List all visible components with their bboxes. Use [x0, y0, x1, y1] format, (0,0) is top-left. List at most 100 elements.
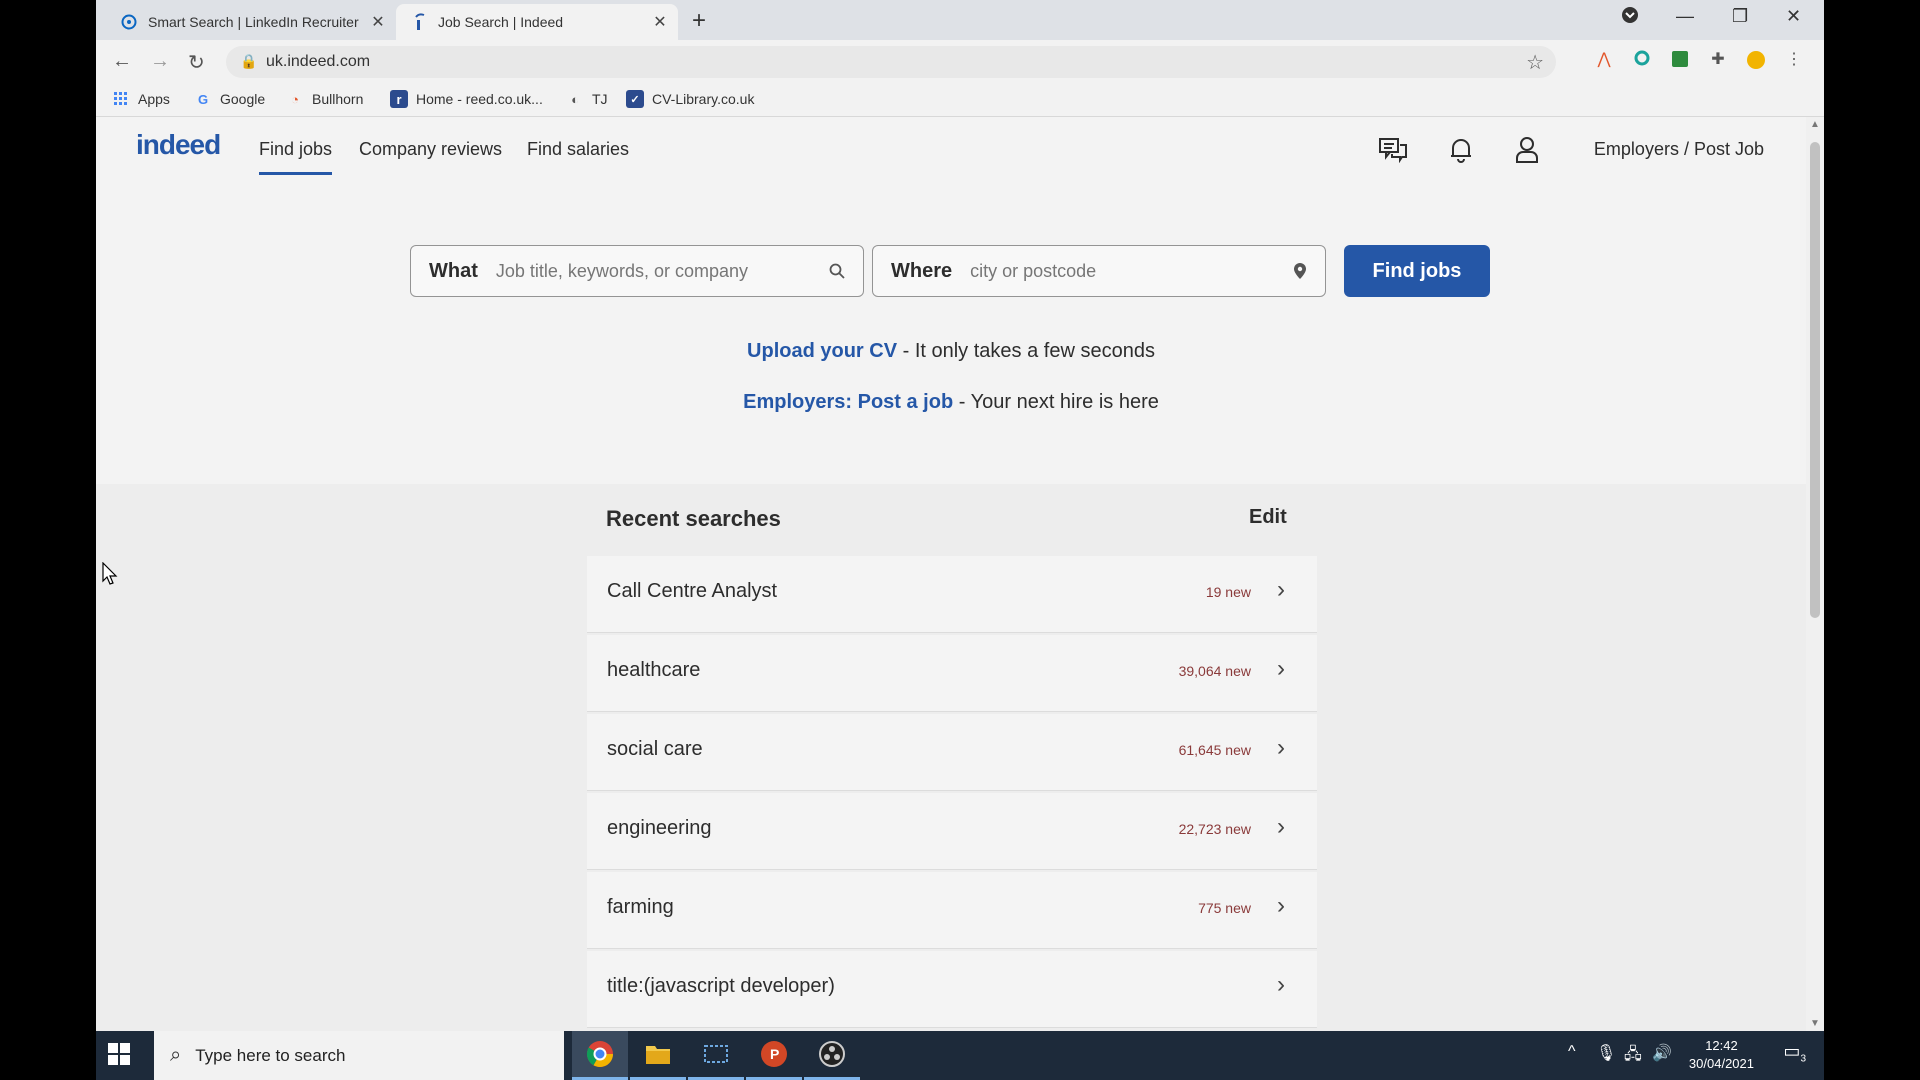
location-pin-icon — [1293, 262, 1307, 280]
minimize-icon[interactable]: — — [1676, 6, 1694, 27]
snip-tool-icon[interactable] — [688, 1031, 744, 1080]
bullhorn-icon: ◔ — [291, 91, 299, 107]
where-placeholder[interactable]: city or postcode — [970, 261, 1293, 282]
bookmarks-bar: Apps G Google ◔ Bullhorn r Home - reed.c… — [96, 84, 1824, 117]
post-job-link[interactable]: Employers: Post a job — [743, 391, 953, 413]
obs-studio-icon[interactable] — [804, 1031, 860, 1080]
bookmark-label: CV-Library.co.uk — [652, 91, 755, 107]
recent-searches-section: Recent searches Edit Call Centre Analyst… — [96, 484, 1806, 1031]
address-bar[interactable]: 🔒 uk.indeed.com ☆ — [226, 46, 1556, 78]
site-header: indeed Find jobs Company reviews Find sa… — [96, 117, 1806, 177]
tab-linkedin[interactable]: Smart Search | LinkedIn Recruiter ✕ — [106, 4, 396, 40]
close-tab-icon[interactable]: ✕ — [650, 12, 670, 32]
tray-chevron-up-icon[interactable]: ^ — [1568, 1043, 1576, 1061]
reload-icon[interactable]: ↻ — [188, 50, 205, 75]
chevron-right-icon: › — [1277, 813, 1285, 840]
bookmark-cv-library[interactable]: ✓ CV-Library.co.uk — [626, 90, 754, 108]
close-tab-icon[interactable]: ✕ — [368, 12, 388, 32]
file-explorer-icon[interactable] — [630, 1031, 686, 1080]
upload-cv-link[interactable]: Upload your CV — [747, 340, 897, 362]
svg-text:P: P — [770, 1046, 779, 1062]
tab-indeed[interactable]: Job Search | Indeed ✕ — [396, 4, 678, 40]
bookmark-google[interactable]: G Google — [194, 90, 265, 108]
extension-ring-icon[interactable] — [1632, 50, 1652, 70]
scrollbar-thumb[interactable] — [1810, 142, 1820, 618]
nav-find-salaries[interactable]: Find salaries — [527, 139, 629, 160]
new-tab-plus-icon[interactable]: + — [692, 7, 706, 35]
bookmark-label: Home - reed.co.uk... — [416, 91, 543, 107]
bookmark-bullhorn[interactable]: ◔ Bullhorn — [286, 90, 363, 108]
notifications-bell-icon[interactable] — [1446, 135, 1476, 165]
employers-post-job-link[interactable]: Employers / Post Job — [1594, 139, 1764, 160]
windows-taskbar: ⌕ Type here to search P ^ 🎙 🖧 🔊 12:42 30… — [96, 1031, 1824, 1080]
google-icon: G — [197, 91, 209, 107]
recent-search-row[interactable]: farming 775 new › — [587, 872, 1317, 949]
post-job-promo: Employers: Post a job - Your next hire i… — [96, 391, 1806, 414]
upload-cv-promo: Upload your CV - It only takes a few sec… — [96, 340, 1806, 363]
upload-cv-text: - It only takes a few seconds — [897, 340, 1155, 362]
recent-search-row[interactable]: social care 61,645 new › — [587, 714, 1317, 791]
windows-start-icon[interactable] — [108, 1043, 130, 1070]
microphone-icon[interactable]: 🎙 — [1596, 1043, 1616, 1063]
recent-search-row[interactable]: Call Centre Analyst 19 new › — [587, 556, 1317, 633]
close-window-icon[interactable]: ✕ — [1786, 6, 1801, 27]
volume-icon[interactable]: 🔊 — [1652, 1043, 1672, 1063]
reed-icon: r — [390, 90, 408, 108]
powerpoint-icon[interactable]: P — [746, 1031, 802, 1080]
search-query: engineering — [607, 817, 712, 839]
search-icon: ⌕ — [170, 1044, 182, 1066]
tab-title: Smart Search | LinkedIn Recruiter — [148, 14, 359, 30]
what-placeholder[interactable]: Job title, keywords, or company — [496, 261, 829, 282]
new-count: 39,064 new — [1178, 663, 1251, 679]
search-icon — [829, 263, 845, 279]
search-query: title:(javascript developer) — [607, 975, 835, 997]
chevron-right-icon: › — [1277, 576, 1285, 603]
restore-icon[interactable]: ❐ — [1732, 6, 1748, 27]
clock-time: 12:42 — [1705, 1038, 1738, 1053]
bookmark-label: Apps — [138, 91, 170, 107]
find-jobs-button[interactable]: Find jobs — [1344, 245, 1490, 297]
profile-avatar-icon[interactable] — [1746, 50, 1766, 70]
profile-menu-icon[interactable] — [1621, 6, 1639, 29]
taskbar-clock[interactable]: 12:42 30/04/2021 — [1689, 1037, 1754, 1073]
profile-person-icon[interactable] — [1512, 135, 1542, 165]
recent-search-row[interactable]: title:(javascript developer) › — [587, 951, 1317, 1028]
scroll-down-icon[interactable]: ▼ — [1810, 1018, 1820, 1029]
new-count: 22,723 new — [1178, 821, 1251, 837]
taskbar-search[interactable]: ⌕ Type here to search — [154, 1031, 564, 1080]
chevron-right-icon: › — [1277, 892, 1285, 919]
edit-recent-button[interactable]: Edit — [1249, 506, 1287, 529]
chrome-taskbar-icon[interactable] — [572, 1031, 628, 1080]
kebab-menu-icon[interactable]: ⋮ — [1784, 50, 1804, 70]
what-field[interactable]: What Job title, keywords, or company — [410, 245, 864, 297]
bookmark-star-icon[interactable]: ☆ — [1526, 50, 1544, 75]
forward-icon[interactable]: → — [150, 50, 170, 73]
bookmark-tj[interactable]: ◐ TJ — [566, 90, 608, 108]
search-query: farming — [607, 896, 674, 918]
scroll-up-icon[interactable]: ▲ — [1810, 119, 1820, 130]
indeed-logo[interactable]: indeed — [136, 129, 221, 161]
where-field[interactable]: Where city or postcode — [872, 245, 1326, 297]
search-query: Call Centre Analyst — [607, 580, 778, 602]
browser-window: Smart Search | LinkedIn Recruiter ✕ Job … — [96, 0, 1824, 1080]
extension-green-icon[interactable] — [1670, 50, 1690, 70]
tab-strip: Smart Search | LinkedIn Recruiter ✕ Job … — [96, 0, 1824, 40]
back-icon[interactable]: ← — [112, 50, 132, 73]
bookmark-label: Google — [220, 91, 266, 107]
bookmark-apps[interactable]: Apps — [112, 90, 170, 108]
url-text: uk.indeed.com — [266, 53, 371, 70]
action-center-icon[interactable]: ▭3 — [1783, 1041, 1806, 1065]
extension-a-icon[interactable]: ⋀ — [1594, 50, 1614, 70]
taskbar-search-placeholder: Type here to search — [195, 1045, 346, 1065]
mouse-cursor-icon — [102, 561, 118, 591]
bookmark-reed[interactable]: r Home - reed.co.uk... — [390, 90, 543, 108]
clock-date: 30/04/2021 — [1688, 1056, 1754, 1071]
messages-icon[interactable] — [1378, 135, 1408, 165]
recent-search-row[interactable]: healthcare 39,064 new › — [587, 635, 1317, 712]
nav-find-jobs[interactable]: Find jobs — [259, 139, 333, 175]
page-scrollbar[interactable]: ▲ ▼ — [1806, 117, 1824, 1031]
recent-search-row[interactable]: engineering 22,723 new › — [587, 793, 1317, 870]
nav-company-reviews[interactable]: Company reviews — [359, 139, 502, 160]
network-icon[interactable]: 🖧 — [1624, 1043, 1642, 1070]
extensions-puzzle-icon[interactable]: ✚ — [1708, 50, 1728, 70]
